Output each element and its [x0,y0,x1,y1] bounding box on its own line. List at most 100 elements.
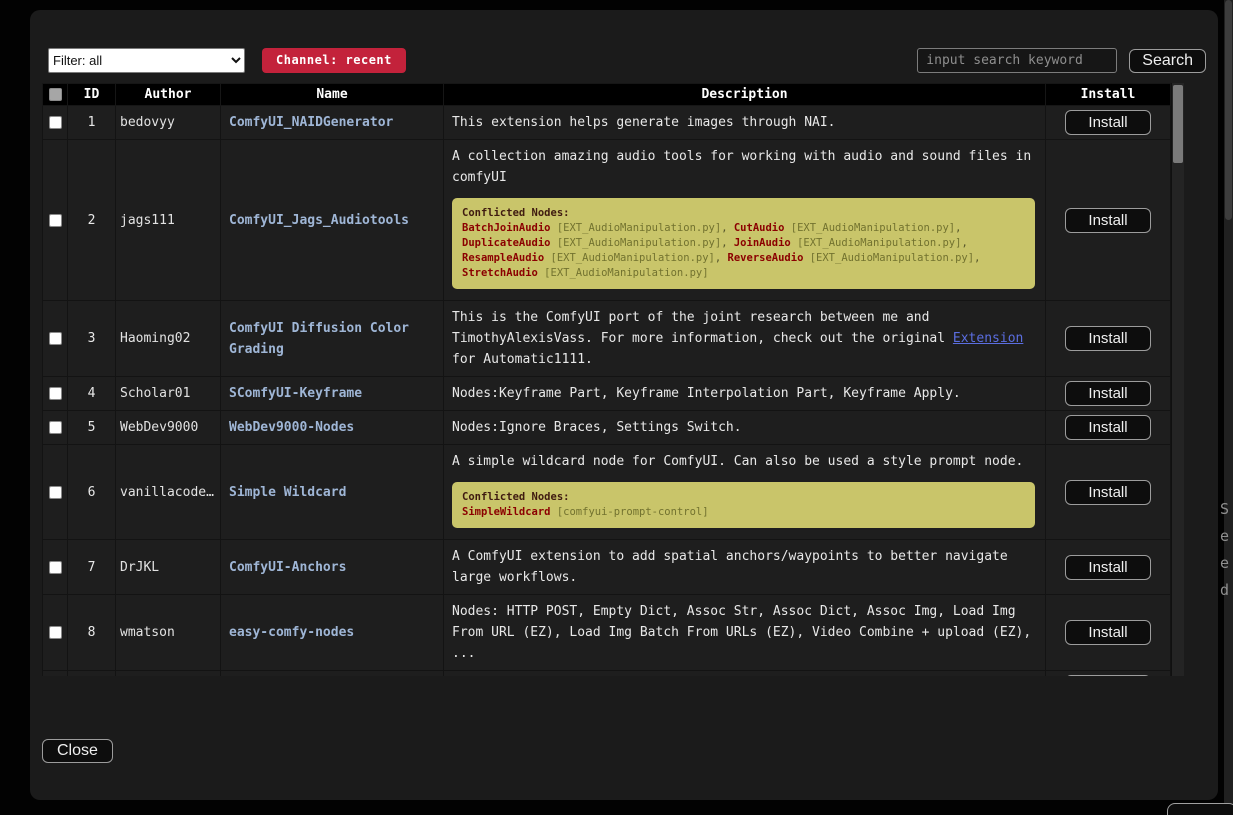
row-name-cell: ComfyUI_Jags_Audiotools [221,140,444,301]
row-install-cell: Install [1046,411,1171,445]
install-button[interactable]: Install [1065,110,1150,135]
column-header-name: Name [221,84,444,106]
filter-select[interactable]: Filter: all [48,48,245,73]
row-select-cell [43,411,68,445]
table-row: 8wmatsoneasy-comfy-nodesNodes: HTTP POST… [43,595,1171,671]
node-name-link[interactable]: ComfyUI Diffusion Color Grading [229,321,409,357]
description-text: A ComfyUI extension to add spatial ancho… [452,546,1037,588]
row-description: A ComfyUI extension to add spatial ancho… [444,540,1046,595]
install-button[interactable]: Install [1065,620,1150,645]
install-button[interactable]: Install [1065,480,1150,505]
description-text: Nodes:Keyframe Part, Keyframe Interpolat… [452,383,1037,404]
install-button[interactable]: Install [1065,675,1150,676]
install-button[interactable]: Install [1065,381,1150,406]
column-header-install: Install [1046,84,1171,106]
nodes-table-body: 1bedovyyComfyUI_NAIDGeneratorThis extens… [43,106,1171,677]
row-name-cell: ComfyUI-Anchors [221,540,444,595]
description-text: This extension helps generate images thr… [452,112,1037,133]
conflict-node-name: CutAudio [734,222,785,234]
close-button[interactable]: Close [42,739,113,763]
conflict-node-name: StretchAudio [462,267,538,279]
row-id: 1 [68,106,116,140]
row-author: vanillacode314 [116,445,221,540]
table-row: 6vanillacode314 Simple Wildcard A simple w… [43,445,1171,540]
conflict-ext-name: [EXT_AudioManipulation.py] [544,252,715,264]
row-name-cell: Simple Wildcard [221,445,444,540]
row-id: 6 [68,445,116,540]
row-checkbox[interactable] [49,561,62,574]
install-button[interactable]: Install [1065,326,1150,351]
table-scrollbar-thumb[interactable] [1173,85,1183,163]
row-checkbox[interactable] [49,214,62,227]
row-install-cell: Install [1046,671,1171,677]
node-name-link[interactable]: ComfyUI_Jags_Audiotools [229,213,409,228]
conflict-ext-name: [EXT_AudioManipulation.py] [538,267,709,279]
row-author: Scholar01 [116,377,221,411]
select-all-checkbox[interactable] [49,88,62,101]
dialog-toolbar: Filter: all Channel: recent Search [48,47,1206,74]
install-button[interactable]: Install [1065,555,1150,580]
node-name-link[interactable]: Simple Wildcard [229,485,346,500]
page-scrollbar[interactable] [1224,0,1233,815]
table-row: 2jags111ComfyUI_Jags_AudiotoolsA collect… [43,140,1171,301]
conflict-ext-name: [EXT_AudioManipulation.py] [551,222,722,234]
row-select-cell [43,540,68,595]
row-author: Haoming02 [116,301,221,377]
row-name-cell: easy-comfy-nodes [221,595,444,671]
row-checkbox[interactable] [49,486,62,499]
conflict-node-name: BatchJoinAudio [462,222,551,234]
row-checkbox[interactable] [49,387,62,400]
node-name-link[interactable]: easy-comfy-nodes [229,625,354,640]
row-select-cell [43,377,68,411]
table-row: 9SoftMengComfyUI_Mexx_StylerNodes: Comfy… [43,671,1171,677]
row-name-cell: WebDev9000-Nodes [221,411,444,445]
row-id: 9 [68,671,116,677]
conflict-node-name: SimpleWildcard [462,506,551,518]
description-text: Nodes: HTTP POST, Empty Dict, Assoc Str,… [452,601,1037,664]
row-author: wmatson [116,595,221,671]
row-name-cell: ComfyUI Diffusion Color Grading [221,301,444,377]
table-scrollbar[interactable] [1171,83,1184,676]
description-link[interactable]: Extension [953,331,1023,346]
conflict-warning-title: Conflicted Nodes: [462,206,1025,221]
conflict-ext-name: [EXT_AudioManipulation.py] [551,237,722,249]
table-row: 5WebDev9000WebDev9000-NodesNodes:Ignore … [43,411,1171,445]
row-description: This extension helps generate images thr… [444,106,1046,140]
row-checkbox[interactable] [49,332,62,345]
row-description: Nodes: HTTP POST, Empty Dict, Assoc Str,… [444,595,1046,671]
install-custom-nodes-dialog: Filter: all Channel: recent Search ID Au… [30,10,1218,800]
select-all-header [43,84,68,106]
column-header-id: ID [68,84,116,106]
description-text: This is the ComfyUI port of the joint re… [452,307,1037,370]
search-button[interactable]: Search [1129,49,1206,73]
description-text: Nodes:Ignore Braces, Settings Switch. [452,417,1037,438]
row-select-cell [43,595,68,671]
edge-glyph: d [1220,581,1233,599]
table-row: 4Scholar01SComfyUI-KeyframeNodes:Keyfram… [43,377,1171,411]
row-id: 5 [68,411,116,445]
install-button[interactable]: Install [1065,415,1150,440]
conflict-warning-box: Conflicted Nodes:BatchJoinAudio [EXT_Aud… [452,198,1035,289]
conflict-node-name: JoinAudio [734,237,791,249]
table-row: 1bedovyyComfyUI_NAIDGeneratorThis extens… [43,106,1171,140]
page-scrollbar-thumb[interactable] [1225,0,1232,220]
row-checkbox[interactable] [49,116,62,129]
row-description: A simple wildcard node for ComfyUI. Can … [444,445,1046,540]
row-checkbox[interactable] [49,421,62,434]
install-button[interactable]: Install [1065,208,1150,233]
row-author: SoftMeng [116,671,221,677]
column-header-description: Description [444,84,1046,106]
table-row: 7DrJKLComfyUI-AnchorsA ComfyUI extension… [43,540,1171,595]
node-name-link[interactable]: SComfyUI-Keyframe [229,386,362,401]
row-checkbox[interactable] [49,626,62,639]
node-name-link[interactable]: WebDev9000-Nodes [229,420,354,435]
node-name-link[interactable]: ComfyUI-Anchors [229,560,346,575]
partially-visible-button[interactable] [1167,803,1233,815]
conflict-node-name: DuplicateAudio [462,237,551,249]
conflict-items: SimpleWildcard [comfyui-prompt-control] [462,505,1025,520]
row-author: jags111 [116,140,221,301]
row-description: Nodes:Ignore Braces, Settings Switch. [444,411,1046,445]
search-input[interactable] [917,48,1117,73]
node-name-link[interactable]: ComfyUI_NAIDGenerator [229,115,393,130]
row-description: A collection amazing audio tools for wor… [444,140,1046,301]
